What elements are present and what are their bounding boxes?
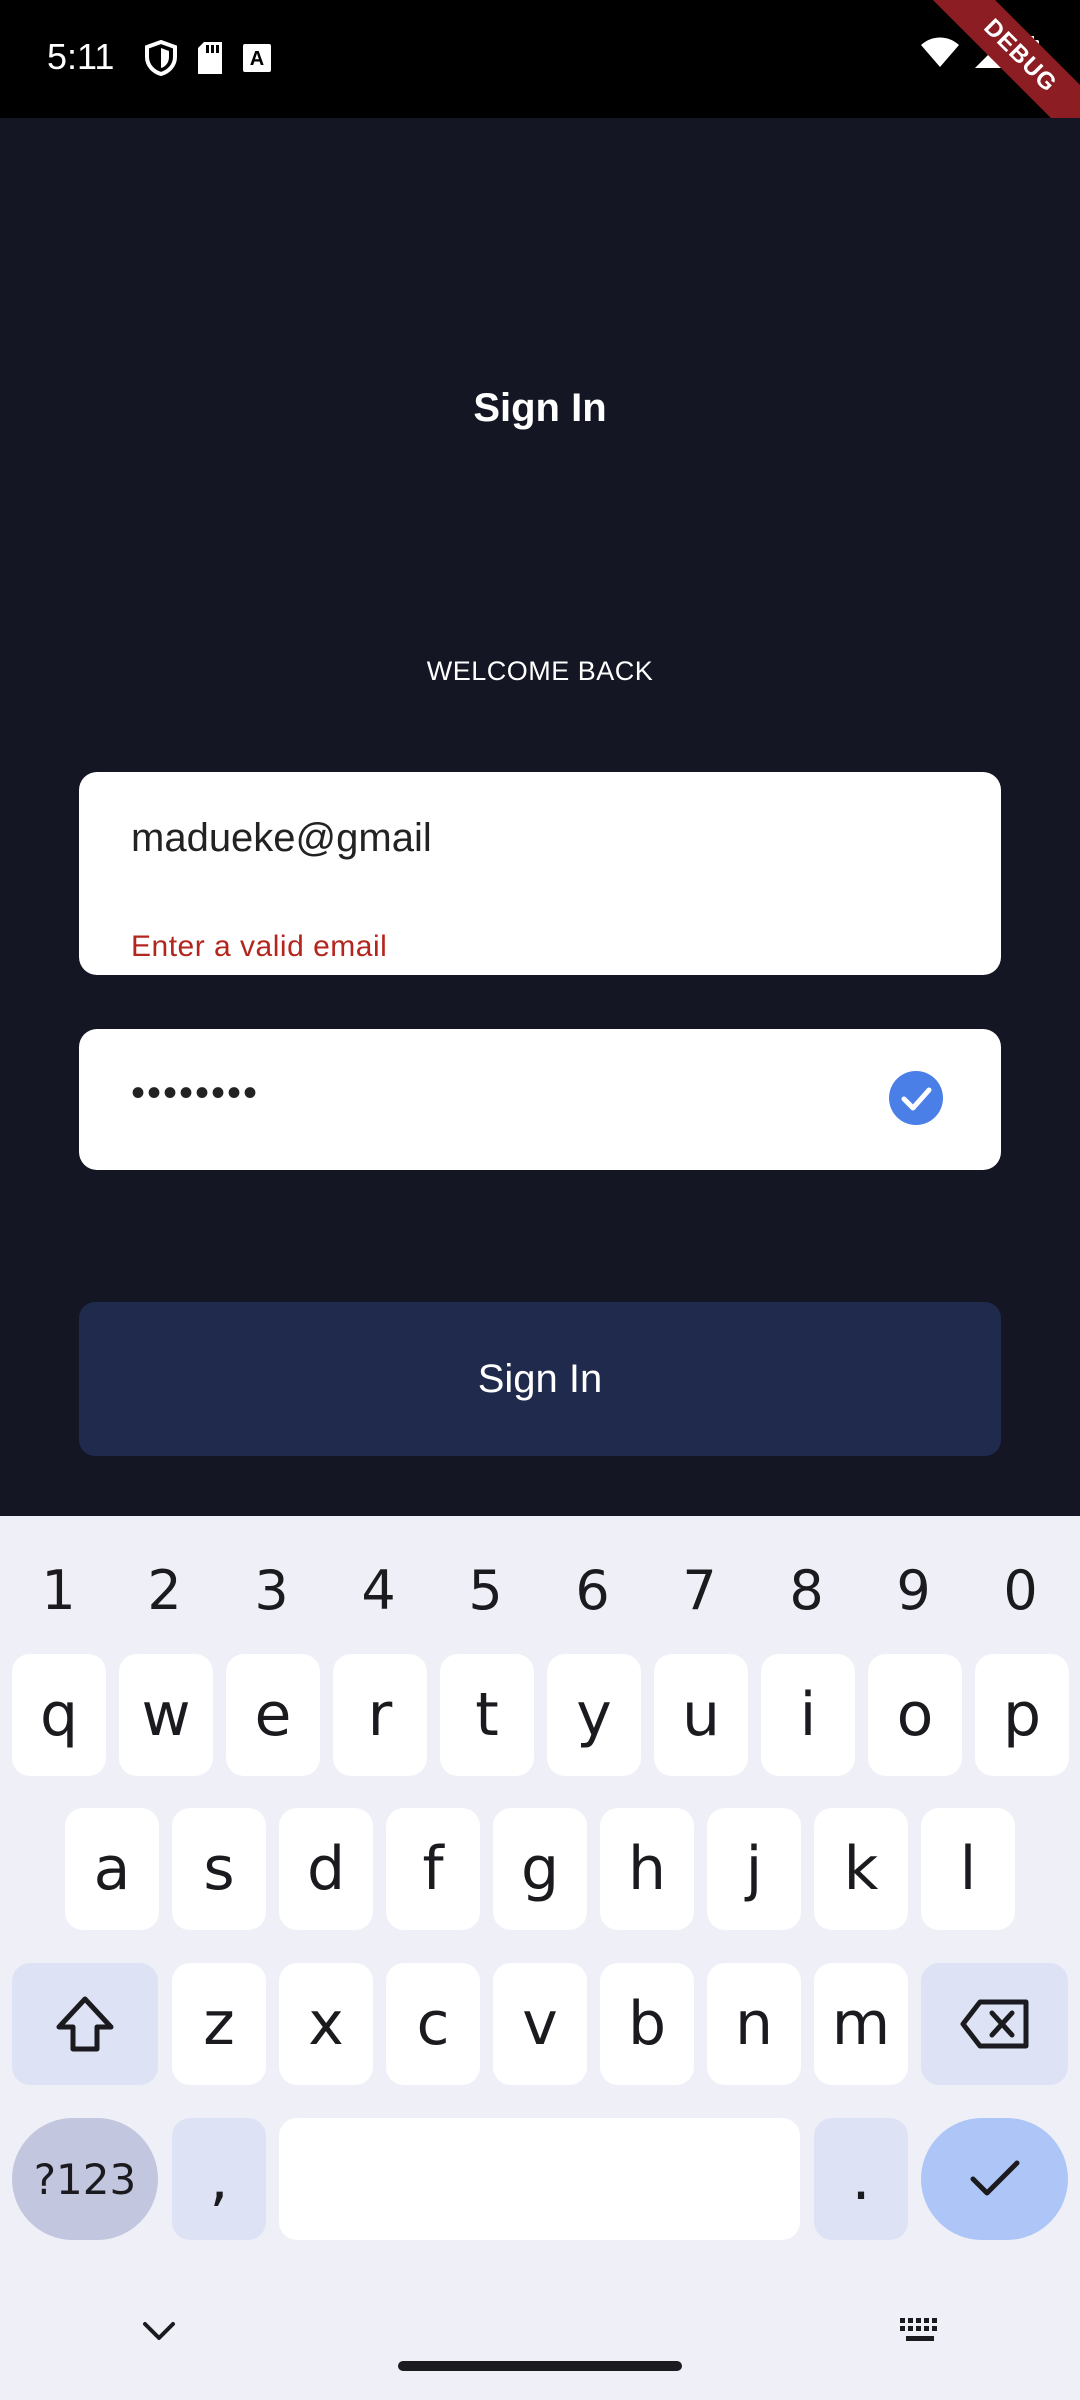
key-f[interactable]: f — [386, 1808, 480, 1930]
status-time: 5:11 — [47, 36, 115, 77]
key-r[interactable]: r — [333, 1654, 427, 1776]
sign-in-button[interactable]: Sign In — [79, 1302, 1001, 1456]
check-icon — [970, 2160, 1019, 2196]
key-5[interactable]: 5 — [432, 1540, 539, 1640]
check-circle-icon — [889, 1071, 943, 1125]
key-7[interactable]: 7 — [646, 1540, 753, 1640]
key-v[interactable]: v — [493, 1963, 587, 2085]
soft-keyboard: 1 2 3 4 5 6 7 8 9 0 q w e r t y u i o p … — [0, 1516, 1080, 2400]
symbols-key[interactable]: ?123 — [12, 2118, 158, 2240]
key-6[interactable]: 6 — [539, 1540, 646, 1640]
period-key[interactable]: . — [814, 2118, 908, 2240]
sd-card-icon — [198, 42, 222, 74]
enter-key[interactable] — [921, 2118, 1068, 2240]
email-value[interactable]: madueke@gmail — [131, 816, 432, 861]
number-row: 1 2 3 4 5 6 7 8 9 0 — [0, 1540, 1080, 1640]
backspace-key[interactable] — [921, 1963, 1068, 2085]
key-3[interactable]: 3 — [218, 1540, 325, 1640]
key-4[interactable]: 4 — [325, 1540, 432, 1640]
key-t[interactable]: t — [440, 1654, 534, 1776]
shield-icon — [145, 40, 177, 76]
key-b[interactable]: b — [600, 1963, 694, 2085]
space-key[interactable] — [279, 2118, 800, 2240]
key-c[interactable]: c — [386, 1963, 480, 2085]
key-a[interactable]: a — [65, 1808, 159, 1930]
key-p[interactable]: p — [975, 1654, 1069, 1776]
password-field[interactable]: •••••••• — [79, 1029, 1001, 1170]
key-0[interactable]: 0 — [967, 1540, 1074, 1640]
shift-icon — [56, 1996, 114, 2052]
key-z[interactable]: z — [172, 1963, 266, 2085]
password-value[interactable]: •••••••• — [131, 1071, 259, 1116]
key-g[interactable]: g — [493, 1808, 587, 1930]
key-w[interactable]: w — [119, 1654, 213, 1776]
key-m[interactable]: m — [814, 1963, 908, 2085]
welcome-text: WELCOME BACK — [426, 656, 654, 686]
key-n[interactable]: n — [707, 1963, 801, 2085]
svg-text:A: A — [250, 48, 264, 70]
key-9[interactable]: 9 — [860, 1540, 967, 1640]
comma-key[interactable]: , — [172, 2118, 266, 2240]
key-i[interactable]: i — [761, 1654, 855, 1776]
key-u[interactable]: u — [654, 1654, 748, 1776]
wifi-icon — [921, 37, 959, 67]
key-e[interactable]: e — [226, 1654, 320, 1776]
key-1[interactable]: 1 — [5, 1540, 112, 1640]
key-o[interactable]: o — [868, 1654, 962, 1776]
page-title: Sign In — [473, 386, 607, 430]
key-k[interactable]: k — [814, 1808, 908, 1930]
key-d[interactable]: d — [279, 1808, 373, 1930]
keyboard-a-icon: A — [243, 44, 271, 72]
key-2[interactable]: 2 — [111, 1540, 218, 1640]
key-s[interactable]: s — [172, 1808, 266, 1930]
key-j[interactable]: j — [707, 1808, 801, 1930]
key-q[interactable]: q — [12, 1654, 106, 1776]
home-indicator[interactable] — [398, 2361, 682, 2371]
shift-key[interactable] — [12, 1963, 158, 2085]
backspace-icon — [960, 1999, 1028, 2049]
key-8[interactable]: 8 — [753, 1540, 860, 1640]
chevron-down-icon[interactable] — [142, 2320, 176, 2342]
status-bar: 5:11 A DEBUG — [0, 0, 1080, 164]
key-x[interactable]: x — [279, 1963, 373, 2085]
key-l[interactable]: l — [921, 1808, 1015, 1930]
key-h[interactable]: h — [600, 1808, 694, 1930]
email-error: Enter a valid email — [131, 930, 388, 963]
keyboard-icon[interactable] — [898, 2316, 942, 2344]
email-field[interactable]: madueke@gmail Enter a valid email — [79, 772, 1001, 975]
key-y[interactable]: y — [547, 1654, 641, 1776]
